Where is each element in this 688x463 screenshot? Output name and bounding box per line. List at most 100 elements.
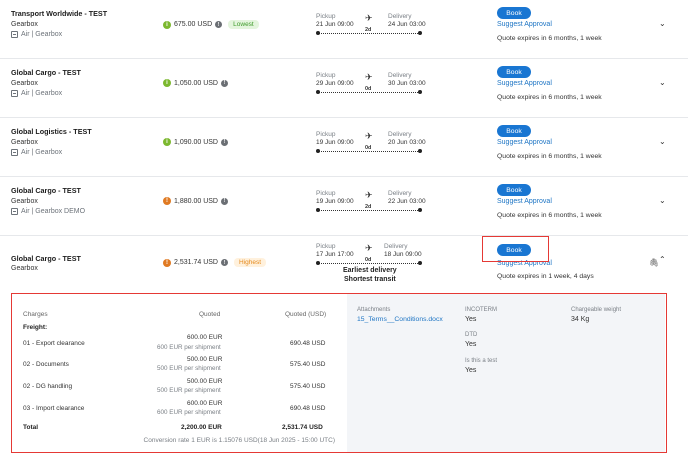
route-start-dot [316,149,320,153]
charge-usd: 575.40 USD [290,383,326,390]
chargeable-weight-value: 34 Kg [571,316,590,323]
quote-expiry: Quote expires in 6 months, 1 week [497,153,602,160]
route-end-dot [418,261,422,265]
charge-usd: 690.48 USD [290,405,326,412]
chevron-down-icon[interactable]: ⌄ [659,137,666,146]
price-indicator-icon: ! [163,197,171,205]
price-indicator-icon: i [163,20,171,29]
route-timeline: Pickup 29 Jun 09:00 ✈ 0d Delivery 30 Jun… [316,72,426,96]
price-value: 1,090.00 USD [174,138,218,146]
price-indicator-icon: ! [163,258,171,267]
quote-details-panel: Charges Quoted Quoted (USD) Freight: 01 … [11,293,667,453]
suggest-approval-link[interactable]: Suggest Approval [497,80,552,87]
route-start-dot [316,90,320,94]
route-line [318,263,420,264]
chevron-down-icon[interactable]: ⌄ [659,78,666,87]
quote-info-panel: Attachments 15_Terms__Conditions.docx IN… [347,294,665,452]
quote-row: Global Cargo - TEST Gearbox Air | Gearbo… [0,59,688,118]
incoterm-value: Yes [465,316,477,323]
highest-badge: Highest [233,258,267,267]
total-usd: 2,531.74 USD [282,424,323,431]
charge-rate: 600 EUR per shipment [157,344,221,351]
charge-quoted: 600.00 EUR [187,400,223,407]
chevron-down-icon[interactable]: ⌄ [659,19,666,28]
info-icon[interactable]: ! [220,259,228,266]
info-icon[interactable]: ! [220,197,228,205]
quote-subtitle: Gearbox [11,198,38,205]
carrier-name: Global Cargo - TEST [11,254,81,263]
airplane-icon: ✈ [365,243,373,253]
charge-quoted: 500.00 EUR [187,378,223,385]
info-icon[interactable]: ! [220,138,228,146]
info-icon[interactable]: ! [215,21,223,28]
quote-expiry: Quote expires in 6 months, 1 week [497,94,602,101]
airplane-icon: ✈ [365,190,373,200]
transport-mode: Air | Gearbox [11,149,62,156]
earliest-delivery-tag: Earliest delivery [343,267,397,274]
book-button[interactable]: Book [497,125,531,137]
paperclip-icon[interactable]: 🖇 [649,258,659,267]
delivery-date: 24 Jun 03:00 [388,21,426,28]
delivery-label: Delivery [388,131,412,138]
pickup-date: 19 Jun 09:00 [316,139,354,146]
price-value: 2,531.74 USD [174,259,218,266]
book-button[interactable]: Book [497,184,531,196]
route-start-dot [316,31,320,35]
route-timeline: Pickup 19 Jun 09:00 ✈ 2d Delivery 22 Jun… [316,190,426,214]
quote-row: Global Logistics - TEST Gearbox Air | Ge… [0,118,688,177]
charge-name: 03 - Import clearance [23,405,85,412]
transport-mode: Air | Gearbox [11,90,62,97]
route-line [318,151,420,152]
attachment-link[interactable]: 15_Terms__Conditions.docx [357,316,443,323]
suggest-approval-link[interactable]: Suggest Approval [497,21,552,28]
pickup-label: Pickup [316,13,336,20]
transport-mode: Air | Gearbox [11,31,62,38]
price-value: 1,880.00 USD [174,197,218,205]
carrier-name: Global Cargo - TEST [11,186,81,195]
total-label: Total [23,424,39,431]
charge-quoted: 500.00 EUR [187,356,223,363]
book-button[interactable]: Book [497,7,531,19]
pickup-label: Pickup [316,72,336,79]
pickup-label: Pickup [316,190,336,197]
suggest-approval-link[interactable]: Suggest Approval [497,198,552,205]
route-timeline: Pickup 19 Jun 09:00 ✈ 0d Delivery 20 Jun… [316,131,426,155]
carrier-name: Global Cargo - TEST [11,68,81,77]
route-end-dot [418,90,422,94]
price: ! 1,880.00 USD ! [163,197,228,205]
chargeable-weight-label: Chargeable weight [571,307,622,313]
delivery-label: Delivery [388,190,412,197]
suggest-approval-link[interactable]: Suggest Approval [497,139,552,146]
route-line [318,33,420,34]
quote-subtitle: Gearbox [11,21,38,28]
incoterm-label: INCOTERM [465,307,497,313]
pickup-label: Pickup [316,243,336,250]
charges-header: Charges [23,311,48,318]
price: ! 2,531.74 USD ! Highest [163,258,267,267]
pickup-date: 19 Jun 09:00 [316,198,354,205]
delivery-label: Delivery [388,72,412,79]
dtd-label: DTD [465,332,478,338]
quote-expiry: Quote expires in 6 months, 1 week [497,212,602,219]
delivery-label: Delivery [388,13,412,20]
cargo-box-icon [11,90,18,97]
attachments-label: Attachments [357,307,391,313]
chevron-down-icon[interactable]: ⌄ [659,196,666,205]
route-end-dot [418,31,422,35]
mode-label: Air | Gearbox [21,149,63,156]
charge-quoted: 600.00 EUR [187,334,223,341]
route-line [318,210,420,211]
quote-subtitle: Gearbox [11,139,38,146]
book-button[interactable]: Book [497,66,531,78]
info-icon[interactable]: ! [220,79,228,87]
shortest-transit-tag: Shortest transit [344,276,396,283]
carrier-name: Global Logistics - TEST [11,127,92,136]
price: i 675.00 USD ! Lowest [163,20,259,29]
total-quoted: 2,200.00 EUR [181,424,222,431]
airplane-icon: ✈ [365,72,373,82]
pickup-label: Pickup [316,131,336,138]
charge-name: 02 - Documents [23,361,69,368]
price-value: 675.00 USD [174,21,213,28]
charge-rate: 500 EUR per shipment [157,365,221,372]
chevron-up-icon[interactable]: ⌃ [659,255,666,264]
